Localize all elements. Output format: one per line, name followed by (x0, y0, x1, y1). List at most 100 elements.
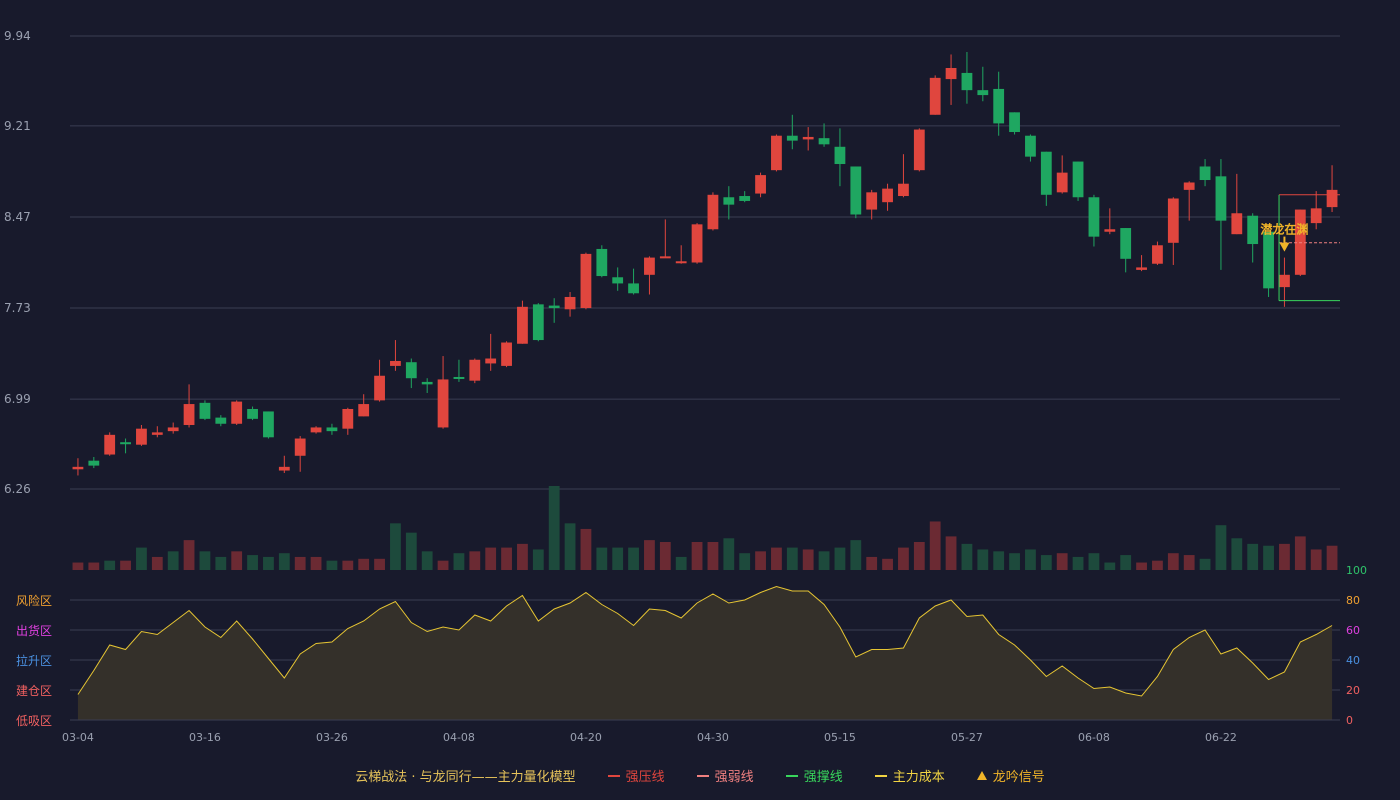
volume-bar (1263, 545, 1274, 570)
volume-bar (1040, 555, 1052, 570)
volume-bar (580, 528, 592, 570)
volume-bar (1056, 553, 1068, 570)
volume-bar (1326, 545, 1338, 570)
volume-bar (834, 547, 846, 570)
volume-bar (691, 542, 703, 570)
candle-body (437, 379, 449, 428)
volume-bar (390, 523, 401, 570)
volume-bar (501, 547, 512, 570)
volume-bar (1215, 525, 1227, 570)
candle-body (739, 196, 751, 201)
candle-body (421, 381, 433, 385)
volume-bar (1183, 555, 1195, 570)
volume-bar (104, 560, 116, 570)
legend-signal[interactable]: 龙吟信号 (976, 766, 1045, 785)
weak-swatch-icon (696, 774, 709, 777)
candle-body (358, 404, 370, 417)
candle-body (707, 194, 719, 230)
candle-body (199, 402, 211, 419)
volume-bar (913, 542, 925, 570)
candle-body (72, 466, 84, 470)
osc-tick-label: 60 (1346, 624, 1360, 637)
zone-label: 建仓区 (16, 684, 52, 698)
volume-bar (1072, 556, 1084, 570)
volume-bar (437, 560, 449, 570)
legend-pressure[interactable]: 强压线 (607, 766, 665, 785)
signal-arrow-icon (1279, 242, 1290, 252)
volume-bar (88, 562, 100, 570)
candle-body (596, 248, 608, 277)
cost-swatch-icon (874, 774, 887, 777)
volume-bar (263, 556, 274, 570)
price-tick-label: 6.99 (4, 392, 31, 406)
candlestick-chart: 9.94 9.21 8.47 7.73 6.99 6.26 潜龙在渊 100 80 60 40 20 0… (4, 29, 1367, 744)
candle-body (818, 138, 830, 145)
volume-bar (1231, 538, 1243, 570)
volume-bar (596, 547, 608, 570)
zone-label: 拉升区 (16, 653, 52, 668)
volume-bar (723, 538, 735, 570)
date-tick-label: 04-08 (443, 731, 475, 744)
candle-body (501, 342, 512, 366)
volume-bar (326, 560, 338, 570)
legend-cost[interactable]: 主力成本 (874, 766, 945, 785)
price-tick-label: 6.26 (4, 482, 31, 496)
candle-body (755, 175, 766, 194)
candle-body (231, 401, 243, 424)
candle-body (644, 257, 655, 275)
candle-body (1279, 274, 1290, 288)
candle-body (1167, 198, 1179, 243)
volume-bar (310, 556, 322, 570)
candle-body (247, 408, 258, 419)
volume-bar (898, 547, 909, 570)
candle-body (1072, 161, 1084, 198)
candle-body (771, 135, 782, 171)
candle-body (136, 428, 147, 445)
legend-support[interactable]: 强撑线 (785, 766, 843, 785)
legend-weak[interactable]: 强弱线 (696, 766, 754, 785)
volume-bar (342, 560, 354, 570)
date-tick-label: 03-04 (62, 731, 94, 744)
candle-body (532, 304, 544, 341)
osc-tick-label: 80 (1346, 594, 1360, 607)
candle-body (183, 404, 195, 425)
candle-body (564, 296, 576, 310)
volume-bar (199, 551, 211, 570)
candle-body (104, 434, 116, 455)
volume-bar (1025, 549, 1036, 570)
candle-body (993, 88, 1005, 124)
volume-bar (278, 553, 290, 570)
price-tick-label: 9.21 (4, 119, 31, 133)
volume-bar (818, 551, 830, 570)
volume-bar (1120, 555, 1132, 570)
date-tick-label: 06-22 (1205, 731, 1237, 744)
volume-bar (358, 558, 370, 570)
volume-bar (1009, 553, 1020, 570)
support-swatch-icon (785, 774, 798, 777)
volume-bar (485, 547, 497, 570)
candle-body (1215, 176, 1227, 221)
candle-body (294, 438, 306, 456)
candle-body (453, 376, 465, 379)
candle-body (659, 256, 671, 259)
date-tick-label: 03-16 (189, 731, 221, 744)
volume-bar (1152, 560, 1163, 570)
candle-body (786, 135, 798, 141)
candle-body (913, 129, 925, 171)
volume-bar (1310, 549, 1322, 570)
volume-bar (405, 532, 417, 570)
legend-signal-label: 龙吟信号 (992, 770, 1045, 785)
candle-body (866, 192, 878, 210)
candle-body (263, 411, 274, 438)
oscillator-area (77, 586, 1333, 720)
candle-body (390, 360, 401, 366)
pressure-swatch-icon (607, 774, 620, 777)
volume-bar (517, 543, 528, 570)
candle-body (882, 188, 893, 203)
volume-bar (675, 556, 687, 570)
candle-body (1088, 197, 1100, 237)
candle-body (1263, 231, 1274, 289)
volume-bar (866, 556, 878, 570)
volume-bar (183, 540, 195, 570)
volume-bar (945, 536, 957, 570)
